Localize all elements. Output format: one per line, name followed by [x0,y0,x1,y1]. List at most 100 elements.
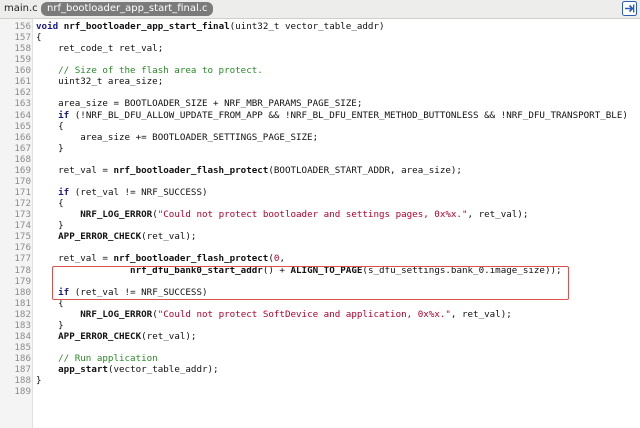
line-number: 181 [14,297,31,309]
code-token: "Could not protect bootloader and settin… [157,209,468,221]
line-number: 184 [14,330,31,342]
tab-bar: main.c nrf_bootloader_app_start_final.c [0,0,640,19]
code-text: if (!NRF_BL_DFU_ALLOW_UPDATE_FROM_APP &&… [36,110,628,121]
code-token: } [36,375,42,387]
line-number: 163 [14,98,31,110]
code-token: uint32_t area_size; [36,76,164,88]
code-token: APP_ERROR_CHECK [58,330,142,342]
code-token: ret_val = [36,253,114,265]
code-token: area_size += BOOTLOADER_SETTINGS_PAGE_SI… [36,131,319,143]
code-token: "Could not protect SoftDevice and applic… [157,308,451,320]
tab-nrf-bootloader-app-start-final-c[interactable]: nrf_bootloader_app_start_final.c [41,2,214,16]
highlight-box [52,266,569,300]
code-text: NRF_LOG_ERROR("Could not protect SoftDev… [36,309,512,320]
code-text: ret_val = nrf_bootloader_flash_protect(B… [36,165,462,176]
line-number: 174 [14,220,31,232]
line-number: 162 [14,87,31,99]
line-number: 167 [14,142,31,154]
line-number: 189 [14,386,31,398]
code-token: ret_code_t ret_val; [36,43,164,55]
line-number: 187 [14,364,31,376]
code-token: (ret_val); [141,330,197,342]
code-text: } [36,375,42,386]
code-text: { [36,121,64,132]
code-token: { [36,32,42,44]
code-token: nrf_bootloader_app_start_final [63,21,230,32]
code-text: app_start(vector_table_addr); [36,364,219,376]
code-token: NRF_LOG_ERROR [80,308,153,320]
line-number: 177 [14,253,31,265]
code-text: } [36,320,64,331]
line-number: 157 [14,32,31,44]
code-token: (BOOTLOADER_START_ADDR, area_size); [268,164,462,176]
code-token: APP_ERROR_CHECK [58,231,142,243]
line-number: 169 [14,164,31,176]
line-number: 159 [14,54,31,66]
code-token: } [36,220,64,232]
code-text: void nrf_bootloader_app_start_final(uint… [36,21,385,32]
line-number: 180 [14,286,31,298]
code-text: APP_ERROR_CHECK(ret_val); [36,331,196,342]
code-token: (!NRF_BL_DFU_ALLOW_UPDATE_FROM_APP && !N… [69,109,628,121]
code-token: { [36,198,64,210]
code-text: { [36,32,42,43]
arrow-right-box-icon[interactable] [622,1,637,16]
tab-main-c[interactable]: main.c [4,2,38,16]
code-text: } [36,143,64,154]
code-text: // Run application [36,353,158,364]
line-number: 156 [14,21,31,32]
code-text: area_size = BOOTLOADER_SIZE + NRF_MBR_PA… [36,98,362,109]
code-text: APP_ERROR_CHECK(ret_val); [36,231,196,242]
code-token: ret_val = [36,164,114,176]
line-number: 186 [14,353,31,365]
code-token: (ret_val != NRF_SUCCESS) [69,187,208,199]
line-number: 183 [14,319,31,331]
code-token: if [58,109,70,121]
line-number: 170 [14,175,31,187]
line-number: 179 [14,275,31,287]
code-token: // Size of the flash area to protect. [58,65,263,77]
code-token: (uint32_t vector_table_addr) [229,21,385,32]
code-text: } [36,220,64,231]
code-token: nrf_bootloader_flash_protect [113,253,269,265]
code-editor[interactable]: 156 void nrf_bootloader_app_start_final(u… [0,19,640,428]
line-number: 158 [14,43,31,55]
line-number: 175 [14,231,31,243]
line-number: 165 [14,120,31,132]
code-text: uint32_t area_size; [36,76,163,87]
line-number: 164 [14,109,31,121]
line-number: 166 [14,131,31,143]
code-text: if (ret_val != NRF_SUCCESS) [36,187,208,199]
line-number: 188 [14,375,31,387]
line-number: 173 [14,209,31,221]
line-number: 178 [14,264,31,276]
line-number: 185 [14,342,31,354]
code-token: // Run application [58,353,158,365]
code-token: { [36,120,64,132]
code-token: (vector_table_addr); [107,364,219,376]
code-token: } [36,142,64,154]
code-text: // Size of the flash area to protect. [36,65,263,76]
code-token: NRF_LOG_ERROR [80,209,153,221]
line-number: 161 [14,76,31,88]
code-token: , ret_val); [467,209,529,221]
code-text: ret_code_t ret_val; [36,43,163,54]
line-number: 182 [14,308,31,320]
code-token: area_size = BOOTLOADER_SIZE + NRF_MBR_PA… [36,98,363,110]
line-number: 171 [14,187,31,199]
code-text: { [36,198,64,209]
code-text: NRF_LOG_ERROR("Could not protect bootloa… [36,209,528,220]
code-token: , ret_val); [450,308,512,320]
code-token: nrf_bootloader_flash_protect [113,164,269,176]
code-token: void [36,21,59,32]
code-text: ret_val = nrf_bootloader_flash_protect(0… [36,253,285,264]
line-number: 172 [14,198,31,210]
code-token: } [36,319,64,331]
line-number: 176 [14,242,31,254]
